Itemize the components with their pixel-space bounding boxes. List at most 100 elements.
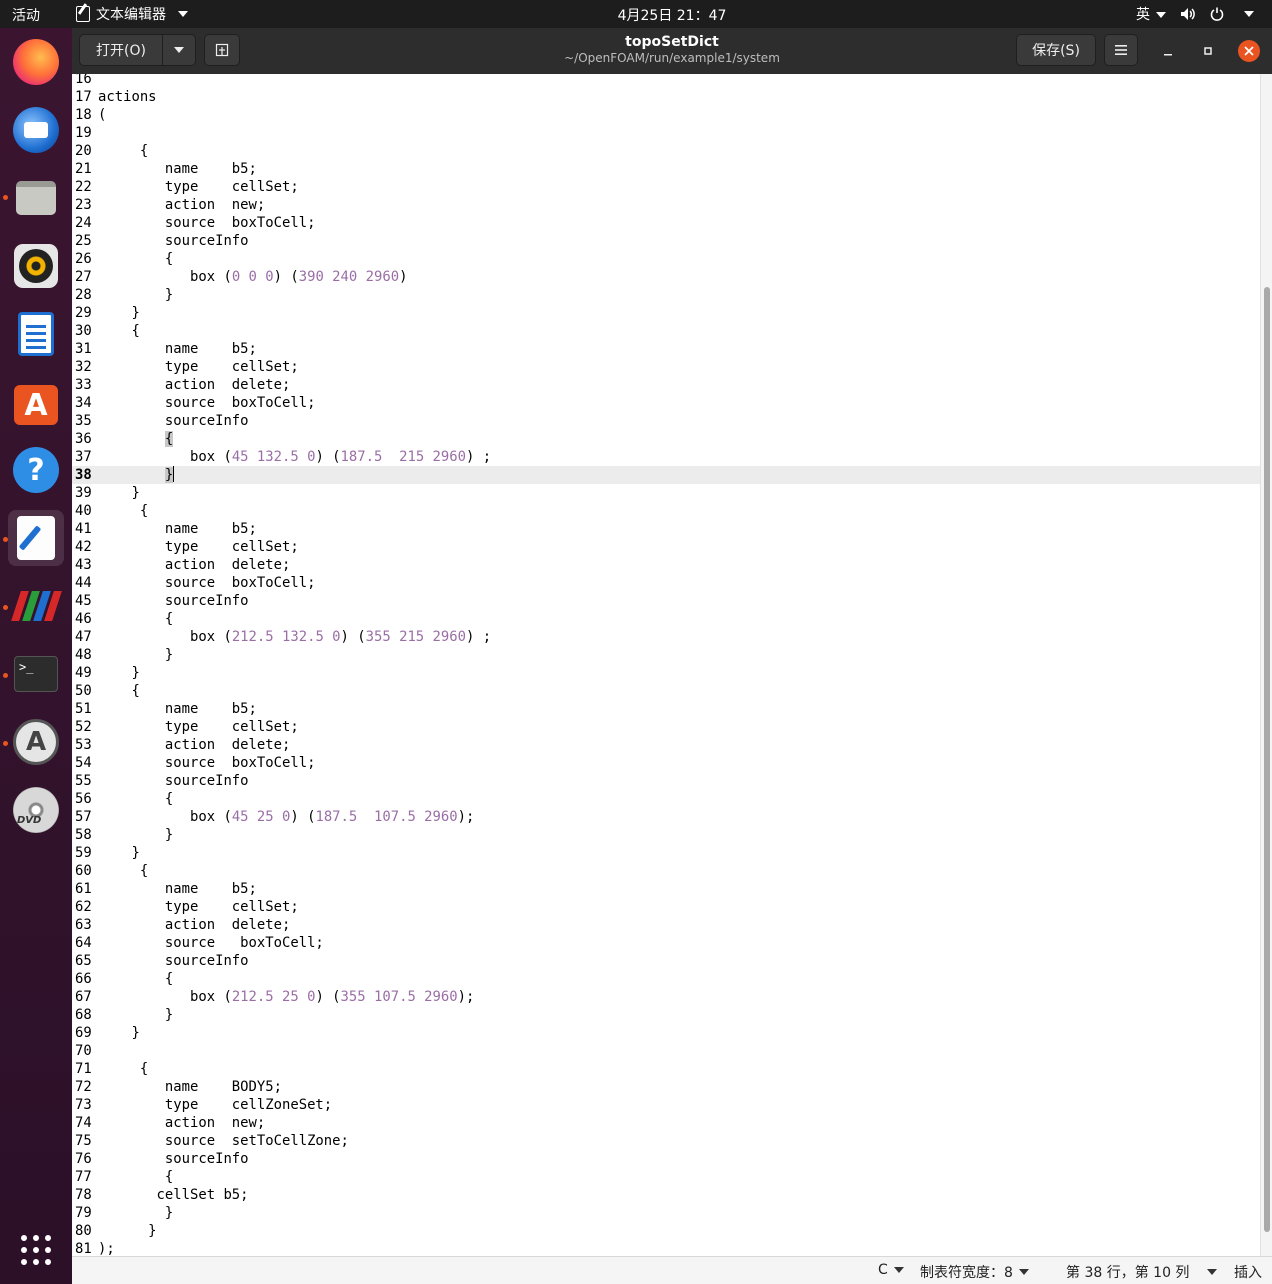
code-line[interactable]: 63 action delete; [72, 916, 1260, 934]
code-line[interactable]: 78 cellSet b5; [72, 1186, 1260, 1204]
code-line[interactable]: 79 } [72, 1204, 1260, 1222]
code-line[interactable]: 60 { [72, 862, 1260, 880]
code-line[interactable]: 28 } [72, 286, 1260, 304]
code-line[interactable]: 45 sourceInfo [72, 592, 1260, 610]
code-line[interactable]: 19 [72, 124, 1260, 142]
code-line[interactable]: 55 sourceInfo [72, 772, 1260, 790]
system-menu[interactable] [1180, 7, 1254, 21]
code-line[interactable]: 17 actions [72, 88, 1260, 106]
text-editor-area[interactable]: 16 17 actions 18(19 20 {21 name b5; 22 type c… [72, 74, 1260, 1256]
tab-width-selector[interactable]: 制表符宽度：8 [920, 1262, 1029, 1282]
code-line[interactable]: 41 name b5; [72, 520, 1260, 538]
code-line[interactable]: 64 source boxToCell; [72, 934, 1260, 952]
code-line[interactable]: 34 source boxToCell; [72, 394, 1260, 412]
clock[interactable]: 4月25日 21：47 [0, 5, 1272, 25]
scrollbar-thumb[interactable] [1264, 286, 1270, 1233]
input-method-indicator[interactable]: 英 [1136, 4, 1166, 24]
show-applications-icon[interactable] [8, 1222, 64, 1278]
code-line[interactable]: 52 type cellSet; [72, 718, 1260, 736]
code-line[interactable]: 62 type cellSet; [72, 898, 1260, 916]
code-line[interactable]: 81); [72, 1240, 1260, 1256]
code-line[interactable]: 21 name b5; [72, 160, 1260, 178]
text-editor-icon[interactable] [8, 510, 64, 566]
line-text: sourceInfo [98, 953, 249, 969]
code-line[interactable]: 67 box (212.5 25 0) (355 107.5 2960); [72, 988, 1260, 1006]
line-text: source setToCellZone; [98, 1133, 349, 1149]
files-icon[interactable] [8, 170, 64, 226]
line-number: 18 [75, 107, 92, 123]
code-line[interactable]: 76 sourceInfo [72, 1150, 1260, 1168]
code-line[interactable]: 49 } [72, 664, 1260, 682]
open-button[interactable]: 打开(O) [79, 34, 163, 66]
new-tab-button[interactable] [204, 34, 240, 66]
code-line[interactable]: 23 action new; [72, 196, 1260, 214]
code-line[interactable]: 71 { [72, 1060, 1260, 1078]
code-line[interactable]: 66 { [72, 970, 1260, 988]
cursor-position-selector[interactable]: 第 38 行，第 10 列 [1066, 1262, 1218, 1282]
code-line[interactable]: 44 source boxToCell; [72, 574, 1260, 592]
firefox-icon[interactable] [8, 34, 64, 90]
code-line[interactable]: 46 { [72, 610, 1260, 628]
code-line[interactable]: 25 sourceInfo [72, 232, 1260, 250]
code-line[interactable]: 74 action new; [72, 1114, 1260, 1132]
software-updater-icon[interactable]: A [8, 714, 64, 770]
line-text: cellSet b5; [98, 1187, 249, 1203]
code-line[interactable]: 54 source boxToCell; [72, 754, 1260, 772]
code-line[interactable]: 69 } [72, 1024, 1260, 1042]
code-line[interactable]: 58 } [72, 826, 1260, 844]
close-button[interactable] [1238, 40, 1260, 62]
help-icon[interactable]: ? [8, 442, 64, 498]
maximize-button[interactable] [1195, 38, 1221, 64]
software-icon[interactable]: A [8, 374, 64, 430]
terminal-icon[interactable]: >_ [8, 646, 64, 702]
code-line[interactable]: 68 } [72, 1006, 1260, 1024]
code-line[interactable]: 42 type cellSet; [72, 538, 1260, 556]
hamburger-menu-button[interactable] [1104, 34, 1138, 66]
code-line[interactable]: 47 box (212.5 132.5 0) (355 215 2960) ; [72, 628, 1260, 646]
thunderbird-icon[interactable] [8, 102, 64, 158]
code-line[interactable]: 37 box (45 132.5 0) (187.5 215 2960) ; [72, 448, 1260, 466]
open-menu-button[interactable] [162, 34, 196, 66]
code-line[interactable]: 36 { [72, 430, 1260, 448]
code-line[interactable]: 53 action delete; [72, 736, 1260, 754]
code-line[interactable]: 27 box (0 0 0) (390 240 2960) [72, 268, 1260, 286]
code-line[interactable]: 73 type cellZoneSet; [72, 1096, 1260, 1114]
code-line[interactable]: 61 name b5; [72, 880, 1260, 898]
code-line[interactable]: 48 } [72, 646, 1260, 664]
code-line[interactable]: 80 } [72, 1222, 1260, 1240]
minimize-button[interactable] [1155, 38, 1181, 64]
code-line[interactable]: 29 } [72, 304, 1260, 322]
code-line[interactable]: 43 action delete; [72, 556, 1260, 574]
code-line[interactable]: 77 { [72, 1168, 1260, 1186]
code-line[interactable]: 24 source boxToCell; [72, 214, 1260, 232]
code-line[interactable]: 72 name BODY5; [72, 1078, 1260, 1096]
code-line[interactable]: 51 name b5; [72, 700, 1260, 718]
code-line[interactable]: 70 [72, 1042, 1260, 1060]
code-line[interactable]: 20 { [72, 142, 1260, 160]
code-line[interactable]: 65 sourceInfo [72, 952, 1260, 970]
code-line[interactable]: 56 { [72, 790, 1260, 808]
code-line[interactable]: 16 [72, 74, 1260, 88]
language-selector[interactable]: C [878, 1262, 904, 1278]
code-line[interactable]: 18 ( [72, 106, 1260, 124]
save-button[interactable]: 保存(S) [1016, 34, 1096, 66]
rhythmbox-icon[interactable] [8, 238, 64, 294]
code-line[interactable]: 75 source setToCellZone; [72, 1132, 1260, 1150]
dvd-icon[interactable]: DVD [8, 782, 64, 838]
code-line[interactable]: 31 name b5; [72, 340, 1260, 358]
code-line[interactable]: 26 { [72, 250, 1260, 268]
paraview-icon[interactable] [8, 578, 64, 634]
vertical-scrollbar[interactable] [1260, 74, 1272, 1256]
writer-icon[interactable] [8, 306, 64, 362]
code-line[interactable]: 50 { [72, 682, 1260, 700]
code-line[interactable]: 38 } [72, 466, 1260, 484]
code-line[interactable]: 40 { [72, 502, 1260, 520]
code-line[interactable]: 39 } [72, 484, 1260, 502]
code-line[interactable]: 33 action delete; [72, 376, 1260, 394]
code-line[interactable]: 57 box (45 25 0) (187.5 107.5 2960); [72, 808, 1260, 826]
code-line[interactable]: 35 sourceInfo [72, 412, 1260, 430]
code-line[interactable]: 30 { [72, 322, 1260, 340]
code-line[interactable]: 59 } [72, 844, 1260, 862]
code-line[interactable]: 32 type cellSet; [72, 358, 1260, 376]
code-line[interactable]: 22 type cellSet; [72, 178, 1260, 196]
